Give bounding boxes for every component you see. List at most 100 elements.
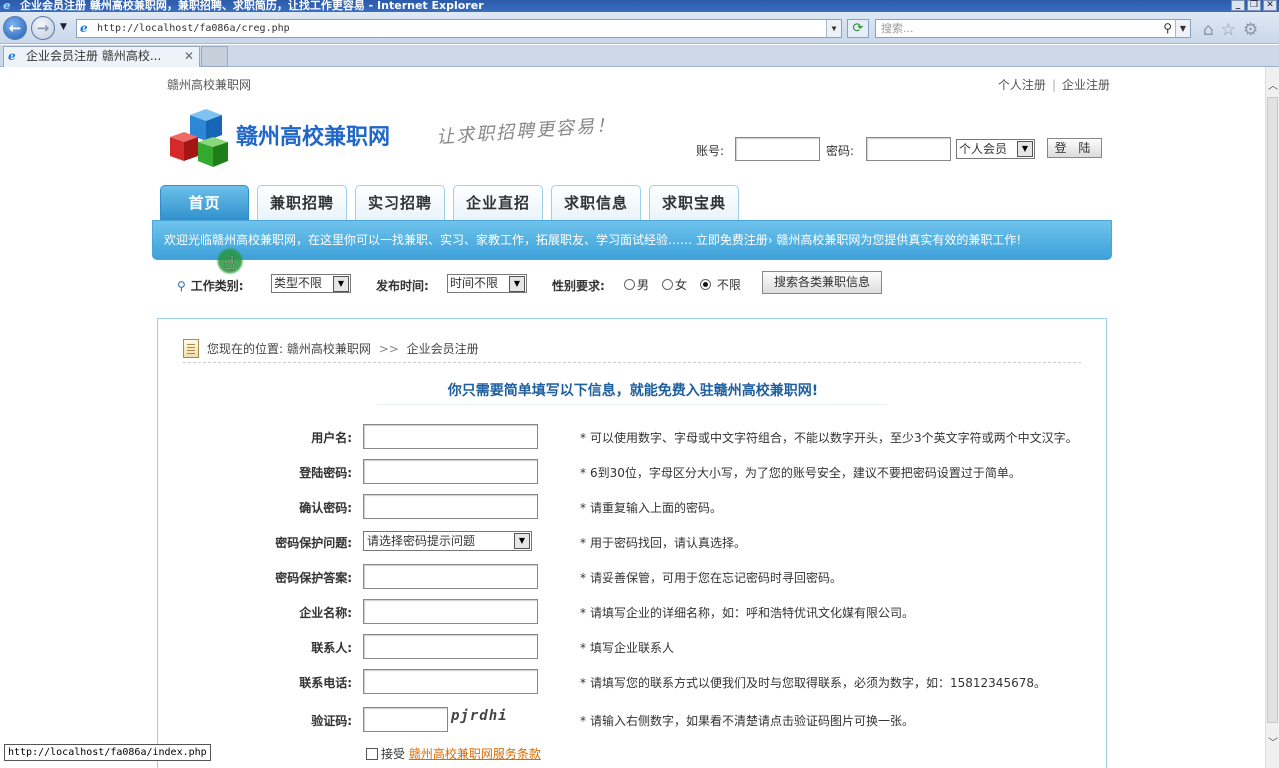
close-tab-icon[interactable]: ✕ [184,47,194,66]
phone-input[interactable] [363,669,538,694]
contact-person-label: 联系人: [311,641,352,655]
radio-selected-icon [700,279,711,290]
link-separator: | [1051,78,1056,92]
contact-person-input[interactable] [363,634,538,659]
home-icon[interactable]: ⌂ [1203,20,1214,40]
contact-person-hint-text: 填写企业联系人 [590,641,675,655]
new-tab-button[interactable] [201,46,228,67]
form-row-security-answer: 密码保护答案: * 请妥善保管，可用于您在忘记密码时寻回密码。 [158,564,1108,590]
time-select[interactable]: 时间不限 ▼ [447,274,527,293]
account-input[interactable] [735,137,820,161]
confirm-password-hint: * 请重复输入上面的密码。 [580,499,722,516]
phone-hint-text: 请填写您的联系方式以便我们及时与您取得联系，必须为数字，如：1581234567… [590,676,1046,690]
browser-tools: ⌂ ☆ ⚙ [1203,20,1258,40]
required-star: * [580,536,586,550]
search-dropdown-icon[interactable]: ▼ [1175,20,1190,37]
phone-hint: * 请填写您的联系方式以便我们及时与您取得联系，必须为数字，如：158123456… [580,674,1046,691]
breadcrumb-prefix: 您现在的位置: [207,342,284,356]
back-button[interactable]: ← [3,16,27,40]
window-controls: _ ❐ ✕ [1231,0,1277,11]
username-hint: * 可以使用数字、字母或中文字符组合，不能以数字开头，至少3个英文字符或两个中文汉… [580,429,1078,446]
radio-icon [624,279,635,290]
search-input[interactable]: 搜索... ⚲ ▼ [875,19,1191,38]
restore-button[interactable]: ❐ [1247,0,1261,11]
terms-checkbox[interactable] [366,748,378,760]
nav-direct-hire[interactable]: 企业直招 [453,185,543,221]
company-register-link[interactable]: 企业注册 [1062,78,1110,92]
nav-guide[interactable]: 求职宝典 [649,185,739,221]
nav-part-time[interactable]: 兼职招聘 [257,185,347,221]
chevron-down-icon: ▼ [514,533,530,549]
form-row-company-name: 企业名称: * 请填写企业的详细名称，如：呼和浩特优讯文化媒有限公司。 [158,599,1108,625]
member-type-value: 个人会员 [959,142,1008,156]
close-button[interactable]: ✕ [1263,0,1277,11]
security-question-hint-text: 用于密码找回，请认真选择。 [590,536,747,550]
nav-internship[interactable]: 实习招聘 [355,185,445,221]
member-type-select[interactable]: 个人会员 ▼ [956,139,1035,159]
login-button[interactable]: 登 陆 [1047,138,1102,158]
password-field[interactable] [363,459,538,484]
captcha-image[interactable]: pjrdhi [451,708,508,724]
company-name-input[interactable] [363,599,538,624]
site-logo-text[interactable]: 赣州高校兼职网 [236,119,390,151]
security-answer-hint: * 请妥善保管，可用于您在忘记密码时寻回密码。 [580,569,842,586]
confirm-password-label: 确认密码: [299,501,352,515]
personal-register-link[interactable]: 个人注册 [998,78,1046,92]
scroll-thumb[interactable] [1267,97,1278,723]
security-question-select[interactable]: 请选择密码提示问题 ▼ [363,531,532,551]
browser-tab-active[interactable]: e 企业会员注册 赣州高校... ✕ [3,46,200,67]
gear-icon[interactable]: ⚙ [1243,20,1258,40]
page-scrollbar[interactable]: ︿ ﹀ [1265,67,1279,768]
nav-home[interactable]: 首页 [160,185,249,221]
contact-person-hint: * 填写企业联系人 [580,639,674,656]
search-icon[interactable]: ⚲ [1163,20,1172,37]
document-icon [183,339,199,358]
gender-radio-any[interactable]: 不限 [700,276,741,293]
terms-label: 接受 [381,747,406,761]
password-input[interactable] [866,137,951,161]
gender-radio-male[interactable]: 男 [624,276,649,293]
password-hint: * 6到30位，字母区分大小写，为了您的账号安全，建议不要把密码设置过于简单。 [580,464,1021,481]
history-dropdown-icon[interactable]: ▼ [60,22,67,32]
captcha-input[interactable] [363,707,448,732]
gender-radio-female[interactable]: 女 [662,276,687,293]
confirm-password-field[interactable] [363,494,538,519]
logo-cubes-icon [170,109,228,167]
scroll-down-icon[interactable]: ﹀ [1266,736,1279,752]
captcha-hint: * 请输入右侧数字，如果看不清楚请点击验证码图片可换一张。 [580,712,914,729]
window-title: 企业会员注册 赣州高校兼职网，兼职招聘、求职简历，让找工作更容易 - Inter… [20,0,484,12]
username-input[interactable] [363,424,538,449]
top-links: 个人注册 | 企业注册 [998,76,1110,93]
breadcrumb-home-link[interactable]: 赣州高校兼职网 [287,342,371,356]
form-row-captcha: 验证码: pjrdhi * 请输入右侧数字，如果看不清楚请点击验证码图片可换一张。 [158,707,1108,733]
form-title: 你只需要简单填写以下信息，就能免费入驻赣州高校兼职网! [447,383,819,399]
tab-bar: e 企业会员注册 赣州高校... ✕ [0,45,1279,67]
address-input[interactable]: e http://localhost/fa086a/creg.php ▼ [76,19,842,38]
address-text: http://localhost/fa086a/creg.php [97,23,290,34]
chevron-down-icon: ▼ [509,276,525,292]
category-select[interactable]: 类型不限 ▼ [271,274,351,293]
terms-agreement: 接受 赣州高校兼职网服务条款 [366,745,541,762]
minimize-button[interactable]: _ [1231,0,1245,11]
form-row-security-question: 密码保护问题: 请选择密码提示问题 ▼ * 用于密码找回，请认真选择。 [158,529,1108,555]
required-star: * [580,676,586,690]
terms-link[interactable]: 赣州高校兼职网服务条款 [409,747,541,761]
company-name-hint: * 请填写企业的详细名称，如：呼和浩特优讯文化媒有限公司。 [580,604,914,621]
scroll-up-icon[interactable]: ︿ [1266,79,1279,95]
required-star: * [580,501,586,515]
forward-button[interactable]: → [31,16,55,40]
form-row-phone: 联系电话: * 请填写您的联系方式以便我们及时与您取得联系，必须为数字，如：158… [158,669,1108,695]
favorites-star-icon[interactable]: ☆ [1221,20,1236,40]
refresh-button[interactable]: ⟳ [847,19,869,38]
phone-label: 联系电话: [299,676,352,690]
chevron-down-icon: ▼ [333,276,349,292]
nav-job-seekers[interactable]: 求职信息 [551,185,641,221]
gender-label: 性别要求: [552,279,605,293]
search-jobs-button[interactable]: 搜索各类兼职信息 [762,271,882,294]
form-row-password: 登陆密码: * 6到30位，字母区分大小写，为了您的账号安全，建议不要把密码设置过… [158,459,1108,485]
job-filter-bar: ⚲ 工作类别: 类型不限 ▼ 发布时间: 时间不限 ▼ 性别要求: 男 女 不限 … [177,270,897,296]
address-dropdown-icon[interactable]: ▼ [826,20,841,37]
chevron-down-icon: ▼ [1017,141,1033,157]
required-star: * [580,714,586,728]
security-answer-input[interactable] [363,564,538,589]
